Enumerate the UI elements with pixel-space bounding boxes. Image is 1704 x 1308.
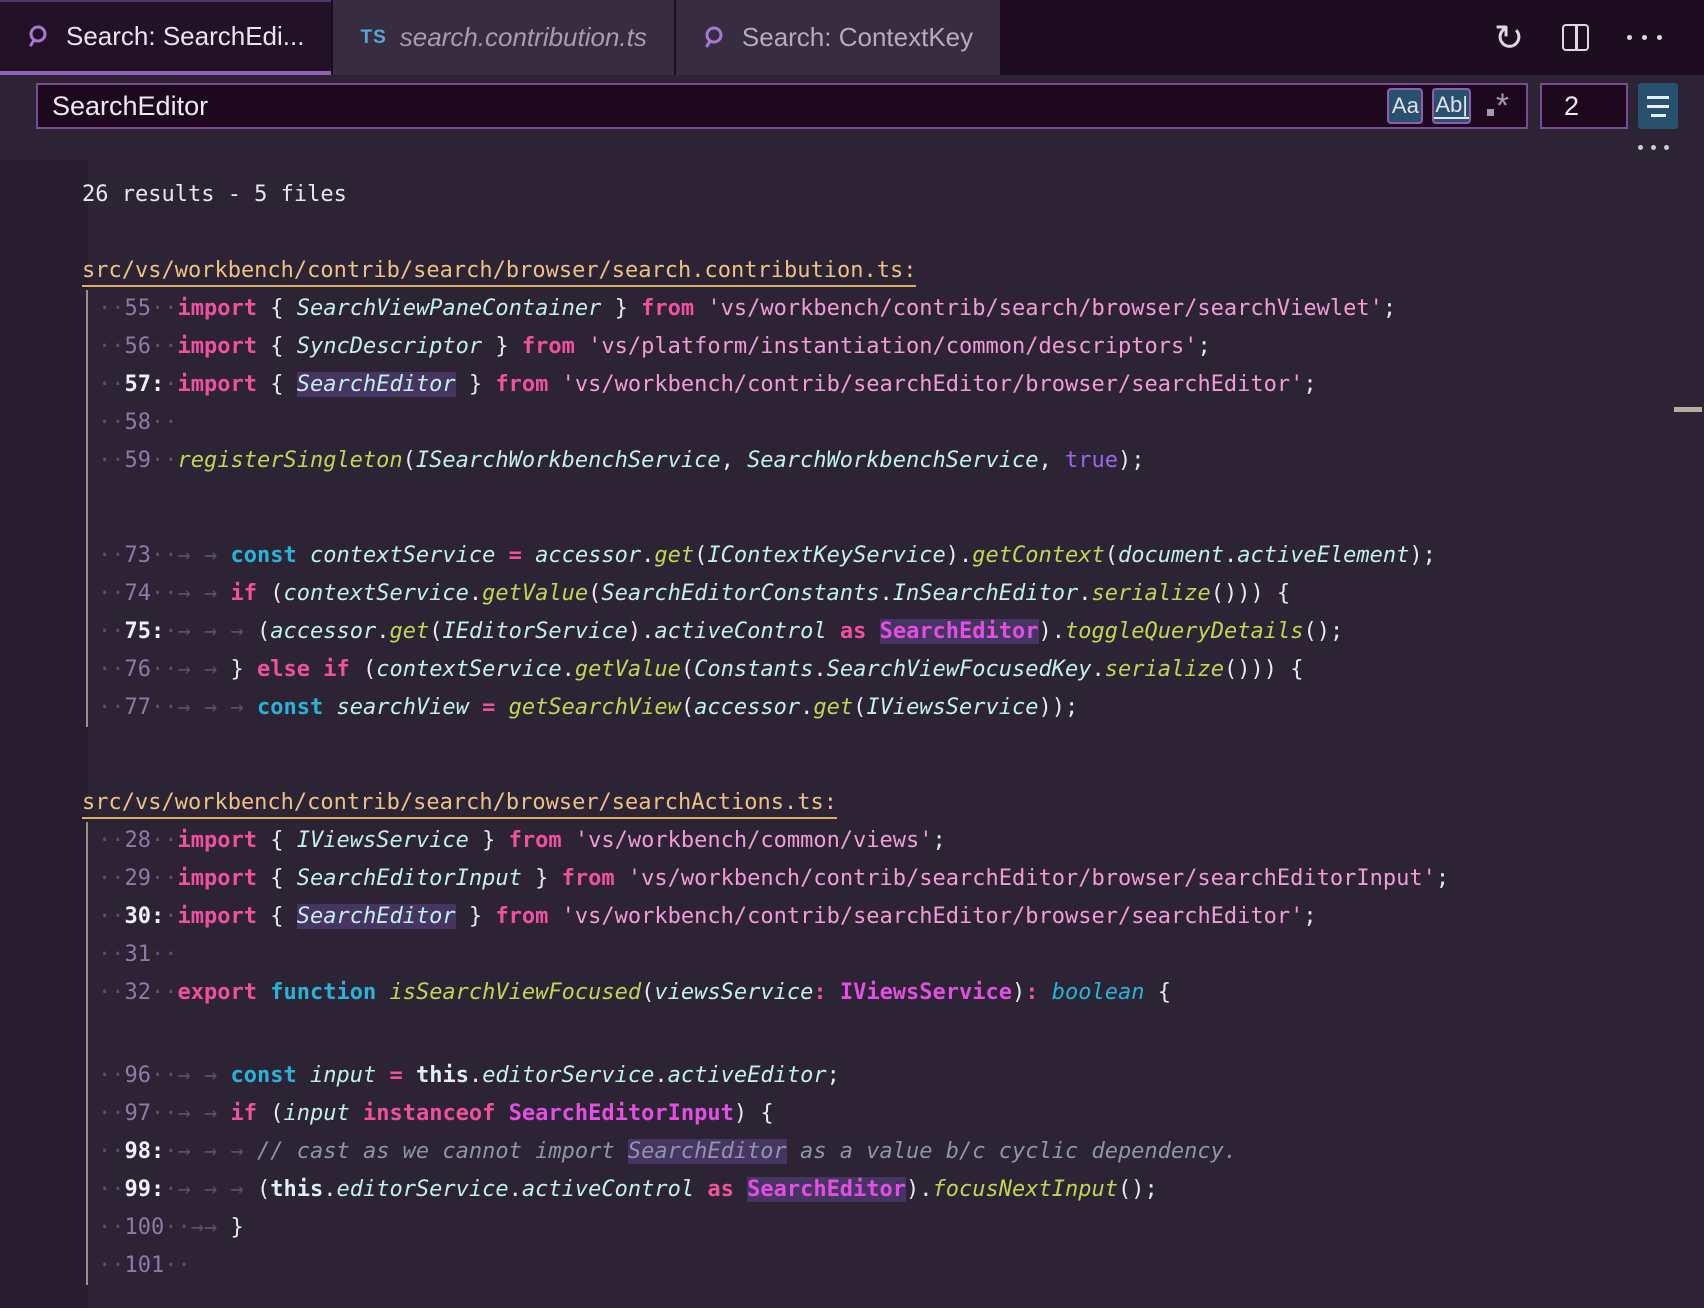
- toggle-search-details-button[interactable]: [1638, 83, 1678, 129]
- code-line: ··75:·→ → → (accessor.get(IEditorService…: [98, 613, 1704, 651]
- overview-ruler-match-mark: [1674, 407, 1702, 412]
- three-bars-icon: [1647, 96, 1669, 99]
- code-line: ··97··→ → if (input instanceof SearchEdi…: [98, 1095, 1704, 1133]
- tab-label: Search: ContextKey: [742, 22, 973, 53]
- file-result-block: ··55··import { SearchViewPaneContainer }…: [86, 290, 1704, 727]
- whole-word-icon: Ab|: [1434, 94, 1469, 119]
- code-line: ··56··import { SyncDescriptor } from 'vs…: [98, 328, 1704, 366]
- code-line: ··57:·import { SearchEditor } from 'vs/w…: [98, 366, 1704, 404]
- search-icon: [703, 25, 729, 51]
- refresh-icon[interactable]: ↻: [1494, 20, 1524, 56]
- code-line: ··76··→ → } else if (contextService.getV…: [98, 651, 1704, 689]
- search-toggles: Aa Ab| *: [1387, 88, 1516, 124]
- code-line: ··98:·→ → → // cast as we cannot import …: [98, 1133, 1704, 1171]
- code-line: ··28··import { IViewsService } from 'vs/…: [98, 822, 1704, 860]
- tab-label: search.contribution.ts: [400, 22, 647, 53]
- code-line: ··29··import { SearchEditorInput } from …: [98, 860, 1704, 898]
- editor-gutter: [0, 160, 88, 1308]
- search-results-editor: 26 results - 5 files src/vs/workbench/co…: [0, 160, 1704, 1308]
- code-line: ··32··export function isSearchViewFocuse…: [98, 974, 1704, 1012]
- search-input[interactable]: SearchEditor Aa Ab| *: [36, 83, 1528, 129]
- code-line: ··31··: [98, 936, 1704, 974]
- code-line: ··59··registerSingleton(ISearchWorkbench…: [98, 442, 1704, 480]
- split-editor-icon[interactable]: [1562, 24, 1589, 51]
- tab-label: Search: SearchEdi...: [66, 21, 304, 52]
- tab-search-contextkey[interactable]: Search: ContextKey: [676, 0, 1000, 75]
- results-summary: 26 results - 5 files: [82, 176, 1704, 214]
- code-line: ··101··: [98, 1247, 1704, 1285]
- tab-search-searcheditor[interactable]: Search: SearchEdi...: [0, 0, 331, 75]
- code-line: ··96··→ → const input = this.editorServi…: [98, 1057, 1704, 1095]
- results-area: 26 results - 5 files src/vs/workbench/co…: [82, 160, 1704, 1285]
- code-line: ··55··import { SearchViewPaneContainer }…: [98, 290, 1704, 328]
- file-path-link[interactable]: src/vs/workbench/contrib/search/browser/…: [82, 790, 837, 819]
- code-line: ··100··→→ }: [98, 1209, 1704, 1247]
- search-query-row: SearchEditor Aa Ab| * 2: [0, 75, 1704, 160]
- context-lines-value: 2: [1564, 91, 1579, 122]
- search-icon: [27, 24, 53, 50]
- whole-word-toggle[interactable]: Ab|: [1432, 88, 1471, 124]
- context-lines-input[interactable]: 2: [1540, 83, 1628, 129]
- regex-icon: [1487, 109, 1494, 116]
- file-path-heading: src/vs/workbench/contrib/search/browser/…: [82, 784, 1704, 822]
- tab-search-contribution-ts[interactable]: TS search.contribution.ts: [333, 0, 673, 75]
- match-case-toggle[interactable]: Aa: [1387, 88, 1423, 124]
- regex-toggle[interactable]: *: [1480, 88, 1516, 124]
- file-path-link[interactable]: src/vs/workbench/contrib/search/browser/…: [82, 258, 916, 287]
- typescript-icon: TS: [360, 27, 386, 49]
- code-line: ··30:·import { SearchEditor } from 'vs/w…: [98, 898, 1704, 936]
- code-line: ··58··: [98, 404, 1704, 442]
- code-line: ··99:·→ → → (this.editorService.activeCo…: [98, 1171, 1704, 1209]
- search-query-text[interactable]: SearchEditor: [52, 91, 1387, 122]
- code-line: ··74··→ → if (contextService.getValue(Se…: [98, 575, 1704, 613]
- tab-bar: Search: SearchEdi... TS search.contribut…: [0, 0, 1704, 75]
- more-actions-icon[interactable]: [1627, 35, 1662, 40]
- editor-actions: ↻: [1494, 0, 1704, 75]
- code-line: ··73··→ → const contextService = accesso…: [98, 537, 1704, 575]
- code-line: ··77··→ → → const searchView = getSearch…: [98, 689, 1704, 727]
- file-result-block: ··28··import { IViewsService } from 'vs/…: [86, 822, 1704, 1285]
- search-more-button[interactable]: [1638, 145, 1669, 150]
- file-path-heading: src/vs/workbench/contrib/search/browser/…: [82, 252, 1704, 290]
